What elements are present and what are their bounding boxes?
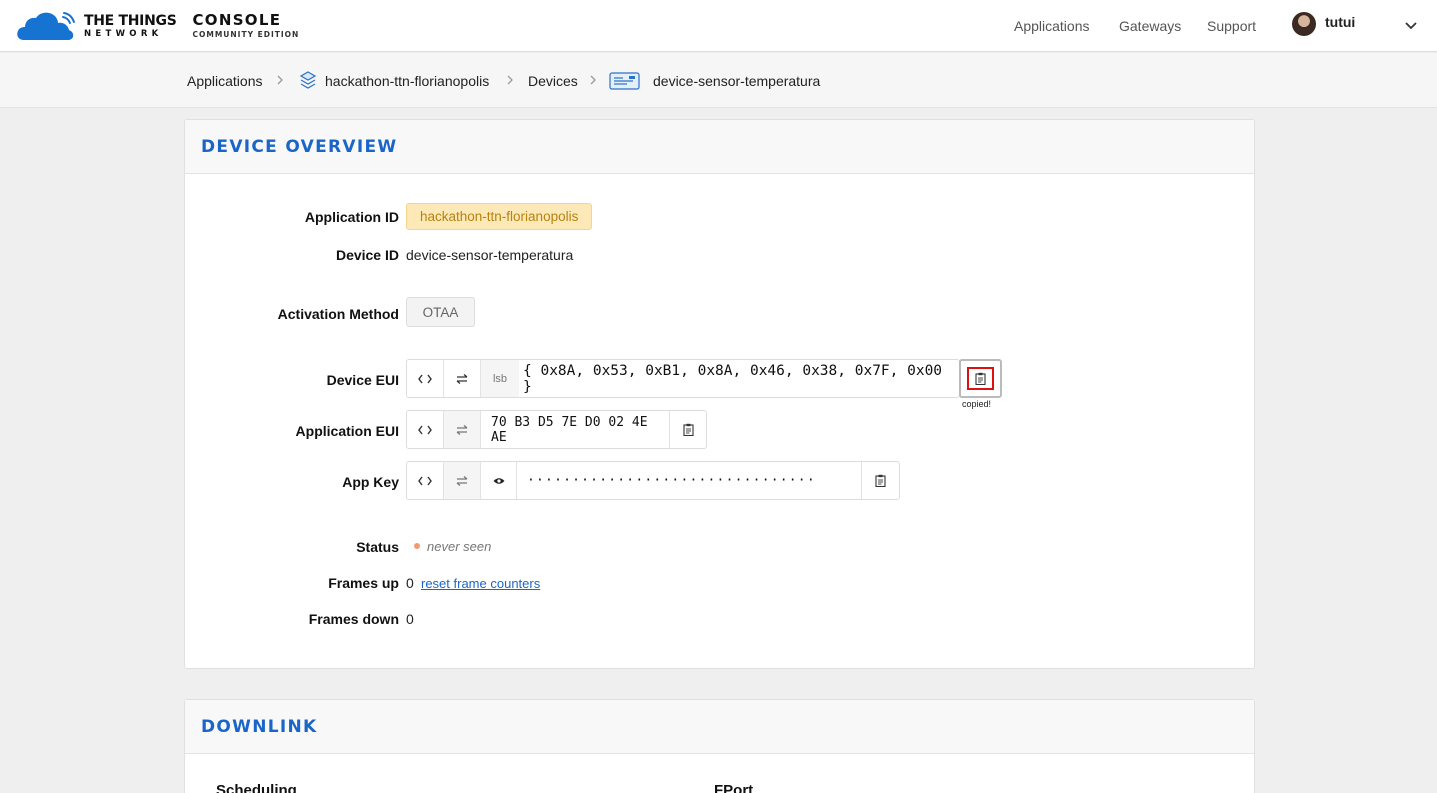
downlink-title: DOWNLINK xyxy=(201,716,318,737)
nav-gateways-label[interactable]: Gateways xyxy=(1119,18,1181,34)
copy-button-highlight xyxy=(967,367,994,390)
clipboard-icon xyxy=(875,474,886,487)
frames-down-label: Frames down xyxy=(308,611,399,627)
nav-gateways[interactable]: Gateways xyxy=(1119,0,1181,52)
page-title: DEVICE OVERVIEW xyxy=(201,136,398,157)
breadcrumb-devices[interactable]: Devices xyxy=(528,53,578,108)
user-menu[interactable]: tutui xyxy=(1292,12,1355,36)
code-brackets-icon xyxy=(418,476,432,485)
breadcrumb-applications[interactable]: Applications xyxy=(187,53,263,108)
fport-label: FPort xyxy=(714,782,754,793)
code-brackets-icon xyxy=(418,374,432,383)
ttn-logo[interactable]: THE THINGS NETWORK CONSOLE COMMUNITY EDI… xyxy=(16,9,299,43)
device-overview-panel: DEVICE OVERVIEW Application ID hackathon… xyxy=(184,119,1255,669)
breadcrumb: Applications hackathon-ttn-florianopolis… xyxy=(0,53,1437,108)
top-navbar: THE THINGS NETWORK CONSOLE COMMUNITY EDI… xyxy=(0,0,1437,52)
swap-arrows-icon xyxy=(456,373,468,384)
application-eui-value[interactable]: 70 B3 D5 7E D0 02 4E AE xyxy=(481,411,670,448)
swap-byte-order-button xyxy=(444,411,481,448)
swap-byte-order-button xyxy=(444,462,481,499)
app-key-label: App Key xyxy=(342,474,399,490)
activation-method-label: Activation Method xyxy=(277,306,399,322)
toggle-format-button[interactable] xyxy=(407,411,444,448)
clipboard-icon xyxy=(682,423,694,436)
status-label: Status xyxy=(356,539,399,555)
application-eui-label: Application EUI xyxy=(295,423,399,439)
clipboard-icon xyxy=(975,372,986,385)
app-key-field: ································ xyxy=(406,461,900,500)
panel-header: DEVICE OVERVIEW xyxy=(185,120,1254,174)
nav-applications-label[interactable]: Applications xyxy=(1014,18,1090,34)
device-eui-label: Device EUI xyxy=(326,372,399,388)
frames-down-value: 0 xyxy=(406,611,414,627)
copy-button[interactable] xyxy=(959,359,1002,398)
nav-support-label[interactable]: Support xyxy=(1207,18,1256,34)
swap-byte-order-button[interactable] xyxy=(444,360,481,397)
device-eui-field: lsb { 0x8A, 0x53, 0xB1, 0x8A, 0x46, 0x38… xyxy=(406,359,960,398)
breadcrumb-application[interactable]: hackathon-ttn-florianopolis xyxy=(325,53,489,108)
ttn-cloud-icon xyxy=(17,12,75,40)
copy-button[interactable] xyxy=(862,462,899,499)
chevron-right-icon xyxy=(507,75,513,85)
logo-text-line2: NETWORK xyxy=(84,28,163,39)
layers-icon xyxy=(299,71,317,89)
avatar xyxy=(1292,12,1316,36)
breadcrumb-device: device-sensor-temperatura xyxy=(653,72,821,89)
device-id-label: Device ID xyxy=(335,247,399,263)
frames-up-value: 0 xyxy=(406,575,414,591)
device-id-value: device-sensor-temperatura xyxy=(406,247,574,263)
chevron-right-icon xyxy=(277,75,283,85)
application-eui-field: 70 B3 D5 7E D0 02 4E AE xyxy=(406,410,707,449)
chevron-right-icon xyxy=(590,75,596,85)
status-dot xyxy=(414,543,420,549)
nav-support[interactable]: Support xyxy=(1207,0,1256,52)
activation-method-badge: OTAA xyxy=(406,297,475,327)
downlink-panel: DOWNLINK Scheduling FPort xyxy=(184,699,1255,793)
app-key-value[interactable]: ································ xyxy=(517,462,862,499)
logo-text-line1: THE THINGS xyxy=(84,12,177,29)
logo-console-text: CONSOLE xyxy=(192,11,282,30)
toggle-format-button[interactable] xyxy=(407,462,444,499)
application-id-tag[interactable]: hackathon-ttn-florianopolis xyxy=(406,203,593,230)
show-key-button[interactable] xyxy=(481,462,517,499)
device-eui-value[interactable]: { 0x8A, 0x53, 0xB1, 0x8A, 0x46, 0x38, 0x… xyxy=(519,360,959,397)
chevron-down-icon[interactable] xyxy=(1404,18,1418,32)
code-brackets-icon xyxy=(418,425,432,434)
eye-icon xyxy=(493,477,504,484)
copy-button[interactable] xyxy=(670,411,706,448)
reset-frame-counters-link[interactable]: reset frame counters xyxy=(421,576,540,591)
scheduling-label: Scheduling xyxy=(216,782,297,793)
status-value: never seen xyxy=(427,539,492,554)
swap-arrows-icon xyxy=(456,424,468,435)
copied-tooltip: copied! xyxy=(962,399,992,409)
byte-order-label: lsb xyxy=(481,360,519,397)
nav-applications[interactable]: Applications xyxy=(1014,0,1090,52)
device-icon xyxy=(609,72,640,90)
swap-arrows-icon xyxy=(456,475,468,486)
logo-edition-text: COMMUNITY EDITION xyxy=(192,30,300,40)
application-id-label: Application ID xyxy=(304,209,399,225)
panel-header: DOWNLINK xyxy=(185,700,1254,754)
toggle-format-button[interactable] xyxy=(407,360,444,397)
username: tutui xyxy=(1325,14,1356,30)
frames-up-label: Frames up xyxy=(328,575,399,591)
